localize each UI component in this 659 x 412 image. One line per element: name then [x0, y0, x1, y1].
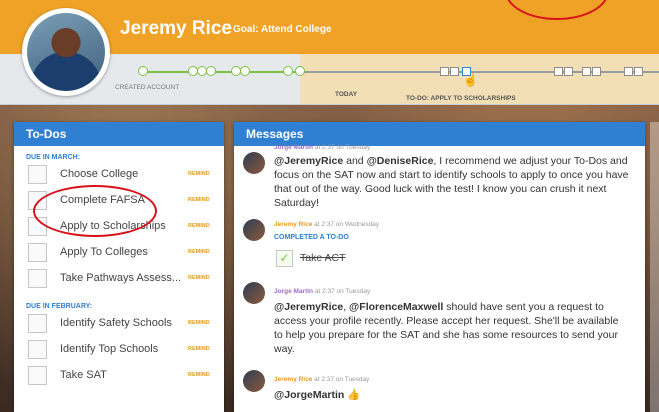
message-mention[interactable]: @JorgeMartin: [274, 389, 344, 401]
timeline-todo[interactable]: [592, 67, 601, 76]
todo-item[interactable]: Apply To Colleges REMIND: [14, 239, 224, 265]
remind-button[interactable]: REMIND: [188, 171, 210, 177]
todo-checkbox[interactable]: [28, 242, 47, 262]
todos-title: To-Dos: [14, 122, 224, 146]
timeline-future-line: [305, 71, 659, 73]
todo-label: Choose College: [60, 168, 139, 180]
red-annotation-arc: [505, 0, 609, 20]
remind-button[interactable]: REMIND: [188, 372, 210, 378]
message-avatar[interactable]: [243, 152, 265, 174]
message-author[interactable]: Jeremy Rice: [274, 221, 312, 228]
remind-button[interactable]: REMIND: [188, 275, 210, 281]
todo-item[interactable]: Identify Top Schools REMIND: [14, 336, 224, 362]
message-avatar[interactable]: [243, 370, 265, 392]
completed-todo-item: Take ACT: [300, 252, 346, 264]
timeline-todo[interactable]: [582, 67, 591, 76]
remind-button[interactable]: REMIND: [188, 320, 210, 326]
todo-item[interactable]: Identify Safety Schools REMIND: [14, 310, 224, 336]
todo-checkbox[interactable]: [28, 365, 47, 385]
message-mention[interactable]: @JeremyRice: [274, 301, 343, 313]
timeline-completed-line: [140, 71, 305, 73]
message-avatar[interactable]: [243, 219, 265, 241]
todo-label: Take Pathways Assess...: [60, 272, 182, 284]
message-meta: Jeremy Rice at 2:37 on Wednesday: [274, 221, 379, 228]
message-time: at 2:37 on Tuesday: [314, 288, 371, 295]
message-text: @JeremyRice, @FlorenceMaxwell should hav…: [274, 301, 619, 355]
profile-avatar[interactable]: [22, 8, 110, 96]
message-time: at 2:37 on Tuesday: [314, 144, 371, 151]
timeline-todo[interactable]: [554, 67, 563, 76]
thumbs-up-icon: 👍: [347, 389, 361, 401]
timeline-todo[interactable]: [440, 67, 449, 76]
todo-checkbox[interactable]: [28, 339, 47, 359]
timeline-milestone[interactable]: [283, 66, 293, 76]
red-annotation-circle: [33, 185, 157, 237]
message-mention[interactable]: @JeremyRice: [274, 155, 343, 167]
timeline-todo[interactable]: [634, 67, 643, 76]
remind-button[interactable]: REMIND: [188, 223, 210, 229]
message-mention[interactable]: @FlorenceMaxwell: [349, 301, 443, 313]
message-text: @JeremyRice and @DeniseRice, I recommend…: [274, 155, 629, 209]
timeline-milestone[interactable]: [240, 66, 250, 76]
side-panel-edge: [650, 122, 659, 412]
timeline-milestone[interactable]: [206, 66, 216, 76]
message-text: @JorgeMartin 👍: [274, 388, 630, 402]
mouse-cursor-icon: ☝: [463, 73, 478, 87]
todo-checkbox[interactable]: [28, 164, 47, 184]
timeline-milestone-today[interactable]: [295, 66, 305, 76]
message-item: Jorge Martin at 2:37 on Tuesday @JeremyR…: [234, 282, 645, 368]
completed-checkbox: ✓: [276, 250, 293, 267]
messages-title: Messages: [234, 122, 645, 146]
remind-button[interactable]: REMIND: [188, 249, 210, 255]
student-name: Jeremy Rice: [120, 18, 232, 39]
message-author[interactable]: Jorge Martin: [274, 144, 313, 151]
message-item: Jeremy Rice at 2:37 on Tuesday @JorgeMar…: [234, 370, 645, 410]
timeline-milestone-created[interactable]: [138, 66, 148, 76]
completed-todo-label: COMPLETED A TO-DO: [274, 234, 349, 241]
todo-label: Take SAT: [60, 369, 107, 381]
todo-checkbox[interactable]: [28, 268, 47, 288]
timeline-todo-label: TO-DO: APPLY TO SCHOLARSHIPS: [406, 95, 516, 102]
message-meta: Jorge Martin at 2:37 on Tuesday: [274, 288, 370, 295]
message-item: Jeremy Rice at 2:37 on Wednesday COMPLET…: [234, 216, 645, 276]
todo-item[interactable]: Choose College REMIND: [14, 161, 224, 187]
todo-label: Identify Safety Schools: [60, 317, 172, 329]
message-author[interactable]: Jorge Martin: [274, 288, 313, 295]
timeline-todo[interactable]: [450, 67, 459, 76]
message-time: at 2:37 on Tuesday: [314, 376, 370, 383]
messages-panel: Messages Jorge Martin at 2:37 on Tuesday…: [234, 122, 645, 412]
section-label-february: DUE IN FEBRUARY:: [26, 303, 93, 310]
message-meta: Jorge Martin at 2:37 on Tuesday: [274, 144, 370, 151]
timeline-todo[interactable]: [624, 67, 633, 76]
timeline-today-label: TODAY: [335, 91, 358, 98]
message-author[interactable]: Jeremy Rice: [274, 376, 312, 383]
todo-checkbox[interactable]: [28, 313, 47, 333]
message-time: at 2:37 on Wednesday: [314, 221, 380, 228]
todo-item[interactable]: Take Pathways Assess... REMIND: [14, 265, 224, 291]
remind-button[interactable]: REMIND: [188, 346, 210, 352]
todo-label: Apply To Colleges: [60, 246, 148, 258]
student-goal: Goal: Attend College: [233, 24, 332, 35]
todo-item[interactable]: Take SAT REMIND: [14, 362, 224, 388]
todos-panel: To-Dos DUE IN MARCH: Choose College REMI…: [14, 122, 224, 412]
timeline-todo[interactable]: [564, 67, 573, 76]
avatar-photo: [27, 13, 105, 91]
message-mention[interactable]: @DeniseRice: [367, 155, 434, 167]
message-meta: Jeremy Rice at 2:37 on Tuesday: [274, 376, 369, 383]
remind-button[interactable]: REMIND: [188, 197, 210, 203]
todo-label: Identify Top Schools: [60, 343, 159, 355]
message-avatar[interactable]: [243, 282, 265, 304]
timeline-created-label: CREATED ACCOUNT: [115, 84, 180, 91]
section-label-march: DUE IN MARCH:: [26, 154, 81, 161]
